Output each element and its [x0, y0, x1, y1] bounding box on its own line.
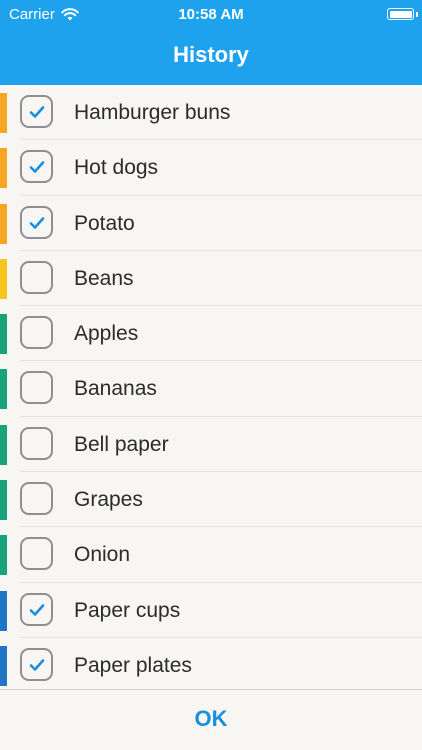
item-label: Apples — [74, 322, 139, 346]
list-item[interactable]: Paper plates — [0, 638, 422, 689]
list-item[interactable]: Bananas — [0, 361, 422, 417]
list-item[interactable]: Beans — [0, 251, 422, 307]
status-bar: Carrier 10:58 AM — [0, 0, 422, 30]
navigation-header: Carrier 10:58 AM History — [0, 0, 422, 85]
battery-icon — [387, 8, 414, 20]
item-checkbox[interactable] — [20, 260, 53, 294]
category-color-bar — [0, 258, 7, 299]
item-checkbox[interactable] — [20, 537, 53, 571]
item-checkbox[interactable] — [20, 316, 53, 350]
status-time: 10:58 AM — [178, 6, 244, 23]
checkmark-icon — [29, 216, 45, 229]
item-checkbox[interactable] — [20, 205, 53, 239]
item-label: Grapes — [74, 488, 143, 512]
item-checkbox[interactable] — [20, 482, 53, 516]
checkmark-icon — [29, 161, 45, 174]
checkmark-icon — [29, 106, 45, 118]
battery-level — [389, 10, 412, 18]
category-color-bar — [0, 314, 7, 355]
list-item[interactable]: Paper cups — [0, 583, 422, 638]
item-label: Bananas — [74, 377, 157, 401]
item-label: Paper plates — [74, 653, 192, 677]
list-item[interactable]: Onion — [0, 527, 422, 583]
item-checkbox[interactable] — [20, 592, 53, 626]
category-color-bar — [0, 369, 7, 410]
category-color-bar — [0, 148, 7, 189]
item-checkbox[interactable] — [20, 371, 53, 405]
item-checkbox[interactable] — [20, 647, 53, 681]
list-item[interactable]: Bell paper — [0, 417, 422, 473]
history-list[interactable]: Hamburger buns Hot dogs Potato Beans Apples B… — [0, 85, 422, 689]
item-checkbox[interactable] — [20, 95, 53, 128]
item-checkbox[interactable] — [20, 150, 53, 184]
category-color-bar — [0, 590, 7, 631]
item-label: Paper cups — [74, 598, 181, 622]
battery-tip — [416, 12, 418, 17]
list-item[interactable]: Hot dogs — [0, 140, 422, 196]
list-item[interactable]: Grapes — [0, 472, 422, 528]
list-item[interactable]: Apples — [0, 306, 422, 362]
category-color-bar — [0, 480, 7, 521]
list-item[interactable]: Hamburger buns — [0, 85, 422, 141]
category-color-bar — [0, 424, 7, 465]
item-label: Onion — [74, 543, 131, 567]
page-title: History — [173, 42, 249, 67]
item-label: Potato — [74, 211, 135, 235]
item-checkbox[interactable] — [20, 426, 53, 460]
footer-bar: OK — [0, 689, 422, 750]
category-color-bar — [0, 93, 7, 133]
category-color-bar — [0, 645, 7, 686]
ok-button[interactable]: OK — [0, 706, 422, 732]
item-label: Bell paper — [74, 432, 169, 456]
checkmark-icon — [29, 659, 45, 671]
category-color-bar — [0, 535, 7, 576]
item-label: Beans — [74, 266, 134, 290]
item-label: Hot dogs — [74, 156, 159, 180]
category-color-bar — [0, 203, 7, 244]
checkmark-icon — [29, 603, 45, 616]
item-label: Hamburger buns — [74, 101, 231, 124]
list-item[interactable]: Potato — [0, 196, 422, 251]
